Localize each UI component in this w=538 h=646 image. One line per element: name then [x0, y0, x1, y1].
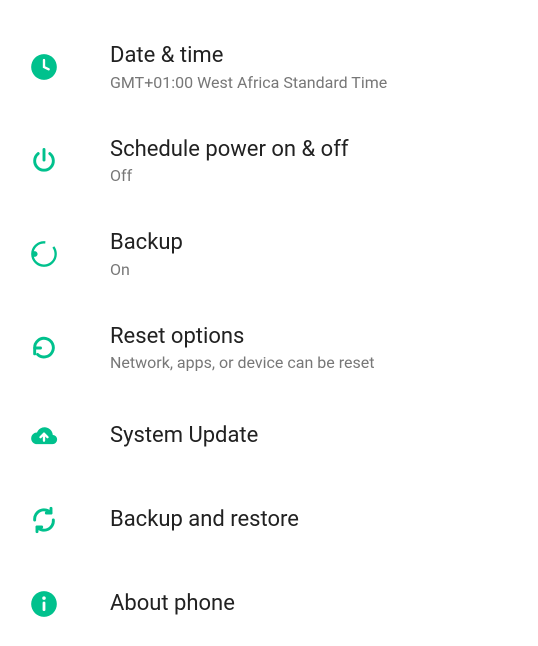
item-title: Date & time [110, 42, 387, 71]
item-subtitle: Off [110, 166, 349, 185]
reset-icon [24, 328, 64, 368]
item-title: Backup and restore [110, 506, 299, 535]
cloud-upload-icon [24, 416, 64, 456]
settings-item-reset-options[interactable]: Reset options Network, apps, or device c… [0, 301, 538, 395]
settings-item-backup-restore[interactable]: Backup and restore [0, 478, 538, 562]
item-title: About phone [110, 590, 235, 619]
item-title: Reset options [110, 323, 374, 352]
settings-item-schedule-power[interactable]: Schedule power on & off Off [0, 114, 538, 208]
sync-icon [24, 500, 64, 540]
settings-item-about-phone[interactable]: About phone [0, 562, 538, 646]
item-subtitle: Network, apps, or device can be reset [110, 353, 374, 372]
info-icon [24, 584, 64, 624]
item-subtitle: GMT+01:00 West Africa Standard Time [110, 73, 387, 92]
item-title: System Update [110, 422, 258, 451]
item-subtitle: On [110, 260, 183, 279]
settings-item-backup[interactable]: Backup On [0, 207, 538, 301]
item-title: Backup [110, 229, 183, 258]
settings-list: Date & time GMT+01:00 West Africa Standa… [0, 0, 538, 646]
power-icon [24, 140, 64, 180]
item-title: Schedule power on & off [110, 136, 349, 165]
settings-item-system-update[interactable]: System Update [0, 394, 538, 478]
backup-icon [24, 234, 64, 274]
clock-icon [24, 47, 64, 87]
settings-item-date-time[interactable]: Date & time GMT+01:00 West Africa Standa… [0, 20, 538, 114]
